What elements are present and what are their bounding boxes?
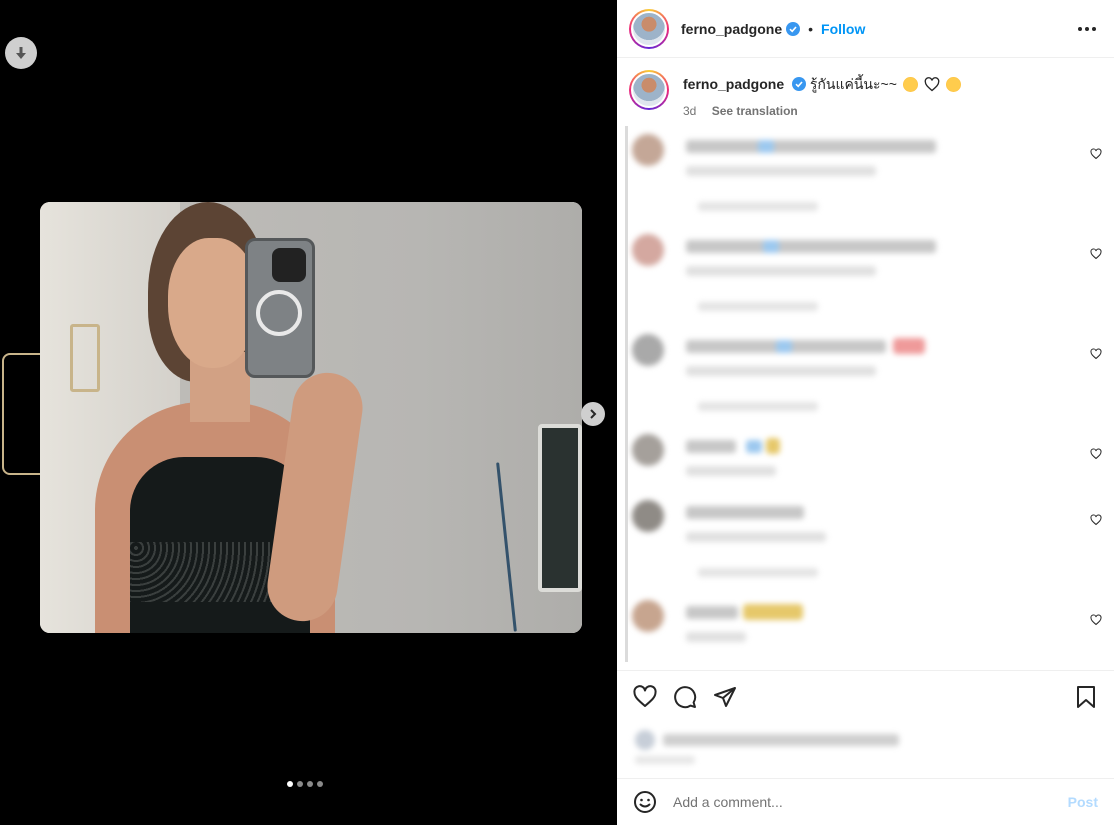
comment-icon[interactable]: [673, 685, 697, 709]
comments-list[interactable]: [625, 126, 1114, 662]
comment-like-heart-icon[interactable]: [1090, 148, 1102, 160]
caption-avatar[interactable]: [629, 70, 669, 110]
caption-username[interactable]: ferno_padgone: [683, 76, 784, 92]
next-slide-button[interactable]: [581, 402, 605, 426]
more-options-button[interactable]: [1072, 21, 1102, 37]
carousel-dot-3: [307, 781, 313, 787]
comment-input[interactable]: [673, 794, 1068, 810]
header-separator: •: [808, 20, 814, 37]
carousel-indicator: [287, 781, 323, 787]
chevron-right-icon: [590, 409, 597, 419]
caption: ferno_padgone รู้กันแค่นี้นะ~~ 3d See tr…: [617, 58, 1114, 126]
download-icon: [16, 47, 26, 59]
post-media: [0, 0, 617, 825]
post-comment-button[interactable]: Post: [1068, 794, 1098, 810]
carousel-dot-1: [287, 781, 293, 787]
comment-like-heart-icon[interactable]: [1090, 248, 1102, 260]
bookmark-icon[interactable]: [1074, 685, 1098, 709]
comment-composer: Post: [617, 778, 1114, 825]
post-sidebar: ferno_padgone • Follow ferno_padgone รู้…: [617, 0, 1114, 825]
send-icon[interactable]: [713, 685, 737, 709]
comment-like-heart-icon[interactable]: [1090, 614, 1102, 626]
heart-icon[interactable]: [633, 684, 657, 709]
comment-like-heart-icon[interactable]: [1090, 348, 1102, 360]
caption-text: รู้กันแค่นี้นะ~~: [809, 76, 897, 92]
carousel-dot-4: [317, 781, 323, 787]
likes-summary: [625, 722, 1114, 766]
white-heart-emoji-icon: [924, 77, 939, 92]
post-actions: [617, 670, 1114, 722]
upside-down-face-emoji-icon: [945, 77, 961, 92]
comment-like-heart-icon[interactable]: [1090, 448, 1102, 460]
see-translation-link[interactable]: See translation: [712, 104, 798, 118]
download-button[interactable]: [5, 37, 37, 69]
verified-badge-icon: [786, 21, 801, 36]
header-username[interactable]: ferno_padgone: [681, 21, 782, 37]
post-header: ferno_padgone • Follow: [617, 0, 1114, 58]
more-icon: [1078, 26, 1082, 31]
verified-badge-icon: [792, 77, 807, 91]
carousel-dot-2: [297, 781, 303, 787]
comment-like-heart-icon[interactable]: [1090, 514, 1102, 526]
post-age[interactable]: 3d: [683, 104, 696, 118]
avatar[interactable]: [629, 8, 669, 49]
follow-button[interactable]: Follow: [821, 21, 865, 37]
emoji-icon[interactable]: [633, 790, 657, 814]
post-photo: [40, 202, 582, 633]
smirk-emoji-icon: [902, 77, 918, 92]
